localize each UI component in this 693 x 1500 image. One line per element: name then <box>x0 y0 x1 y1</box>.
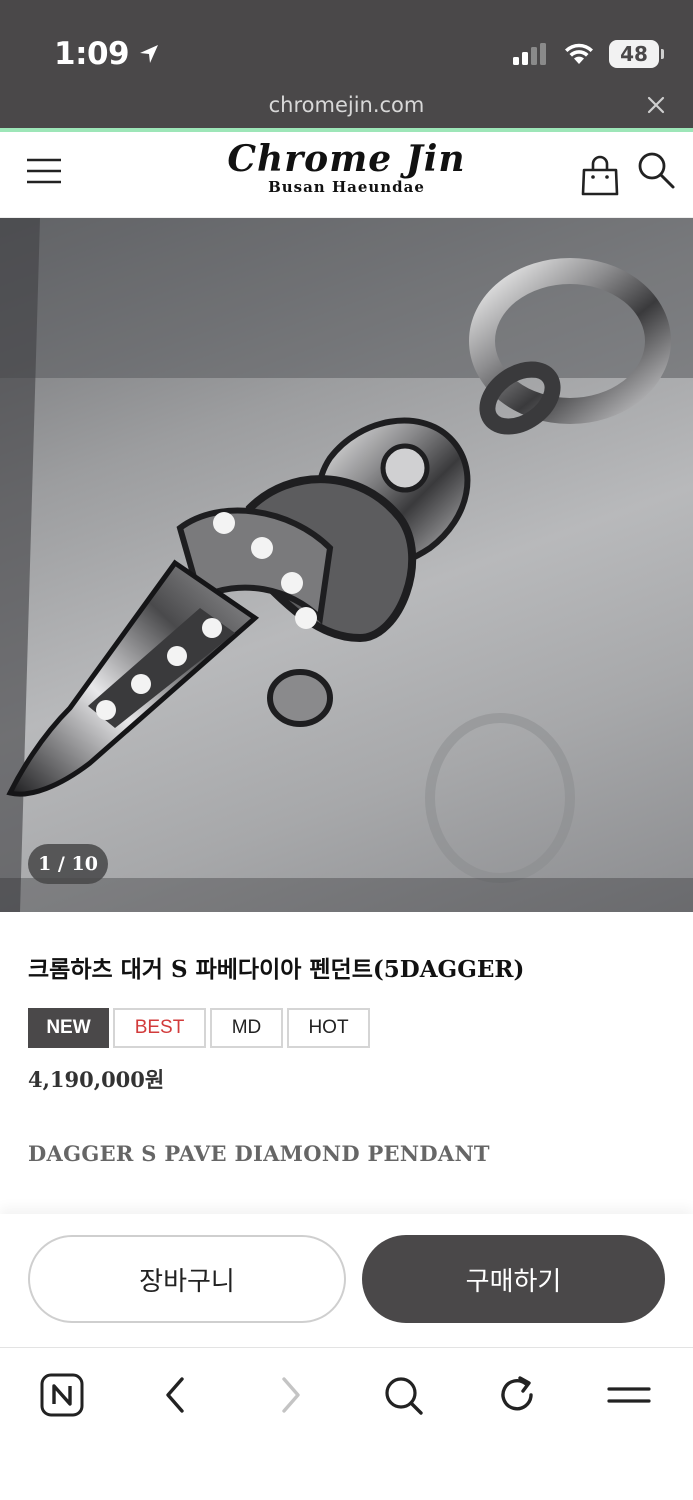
back-button[interactable] <box>150 1370 200 1420</box>
browser-toolbar <box>0 1347 693 1500</box>
naver-n-icon <box>40 1373 84 1417</box>
badge-md: MD <box>210 1008 283 1048</box>
site-header: Chrome Jin Busan Haeundae <box>0 132 693 218</box>
more-menu-button[interactable] <box>604 1370 654 1420</box>
product-title: 크롬하츠 대거 S 파베다이아 펜던트(5DAGGER) <box>28 956 525 983</box>
shopping-bag-icon[interactable] <box>580 154 620 196</box>
product-badges: NEW BEST MD HOT <box>28 1008 370 1048</box>
status-time: 1:09 <box>54 36 161 72</box>
product-price: 4,190,000원 <box>28 1067 165 1092</box>
product-subtitle: DAGGER S PAVE DIAMOND PENDANT <box>28 1141 490 1166</box>
purchase-actions: 장바구니 구매하기 <box>0 1214 693 1347</box>
naver-home-button[interactable] <box>37 1370 87 1420</box>
search-icon <box>385 1377 423 1415</box>
search-icon[interactable] <box>636 150 676 190</box>
add-to-cart-button[interactable]: 장바구니 <box>28 1235 346 1323</box>
badge-best: BEST <box>113 1008 206 1048</box>
battery-level: 48 <box>620 42 648 66</box>
buy-now-button[interactable]: 구매하기 <box>362 1235 665 1323</box>
reload-button[interactable] <box>492 1370 542 1420</box>
cellular-signal-icon <box>513 43 546 65</box>
image-counter-text: 1 / 10 <box>38 853 98 875</box>
product-image-gallery[interactable]: 1 / 10 <box>0 218 693 912</box>
badge-hot: HOT <box>287 1008 370 1048</box>
reload-icon <box>501 1376 533 1411</box>
status-bar: 1:09 48 chromejin.com <box>0 0 693 130</box>
wifi-icon <box>565 43 593 64</box>
battery-icon: 48 <box>609 40 664 68</box>
image-counter: 1 / 10 <box>28 844 108 884</box>
browser-search-button[interactable] <box>378 1370 428 1420</box>
chevron-left-icon <box>166 1377 184 1413</box>
location-arrow-icon <box>140 45 159 63</box>
url-text: chromejin.com <box>268 93 425 117</box>
product-image <box>0 218 693 912</box>
close-icon[interactable] <box>645 94 667 116</box>
url-bar[interactable]: chromejin.com <box>0 93 693 117</box>
badge-new: NEW <box>28 1008 109 1048</box>
chevron-right-icon <box>282 1377 300 1413</box>
status-time-text: 1:09 <box>54 36 130 72</box>
forward-button[interactable] <box>266 1370 316 1420</box>
more-menu-icon <box>607 1387 651 1403</box>
